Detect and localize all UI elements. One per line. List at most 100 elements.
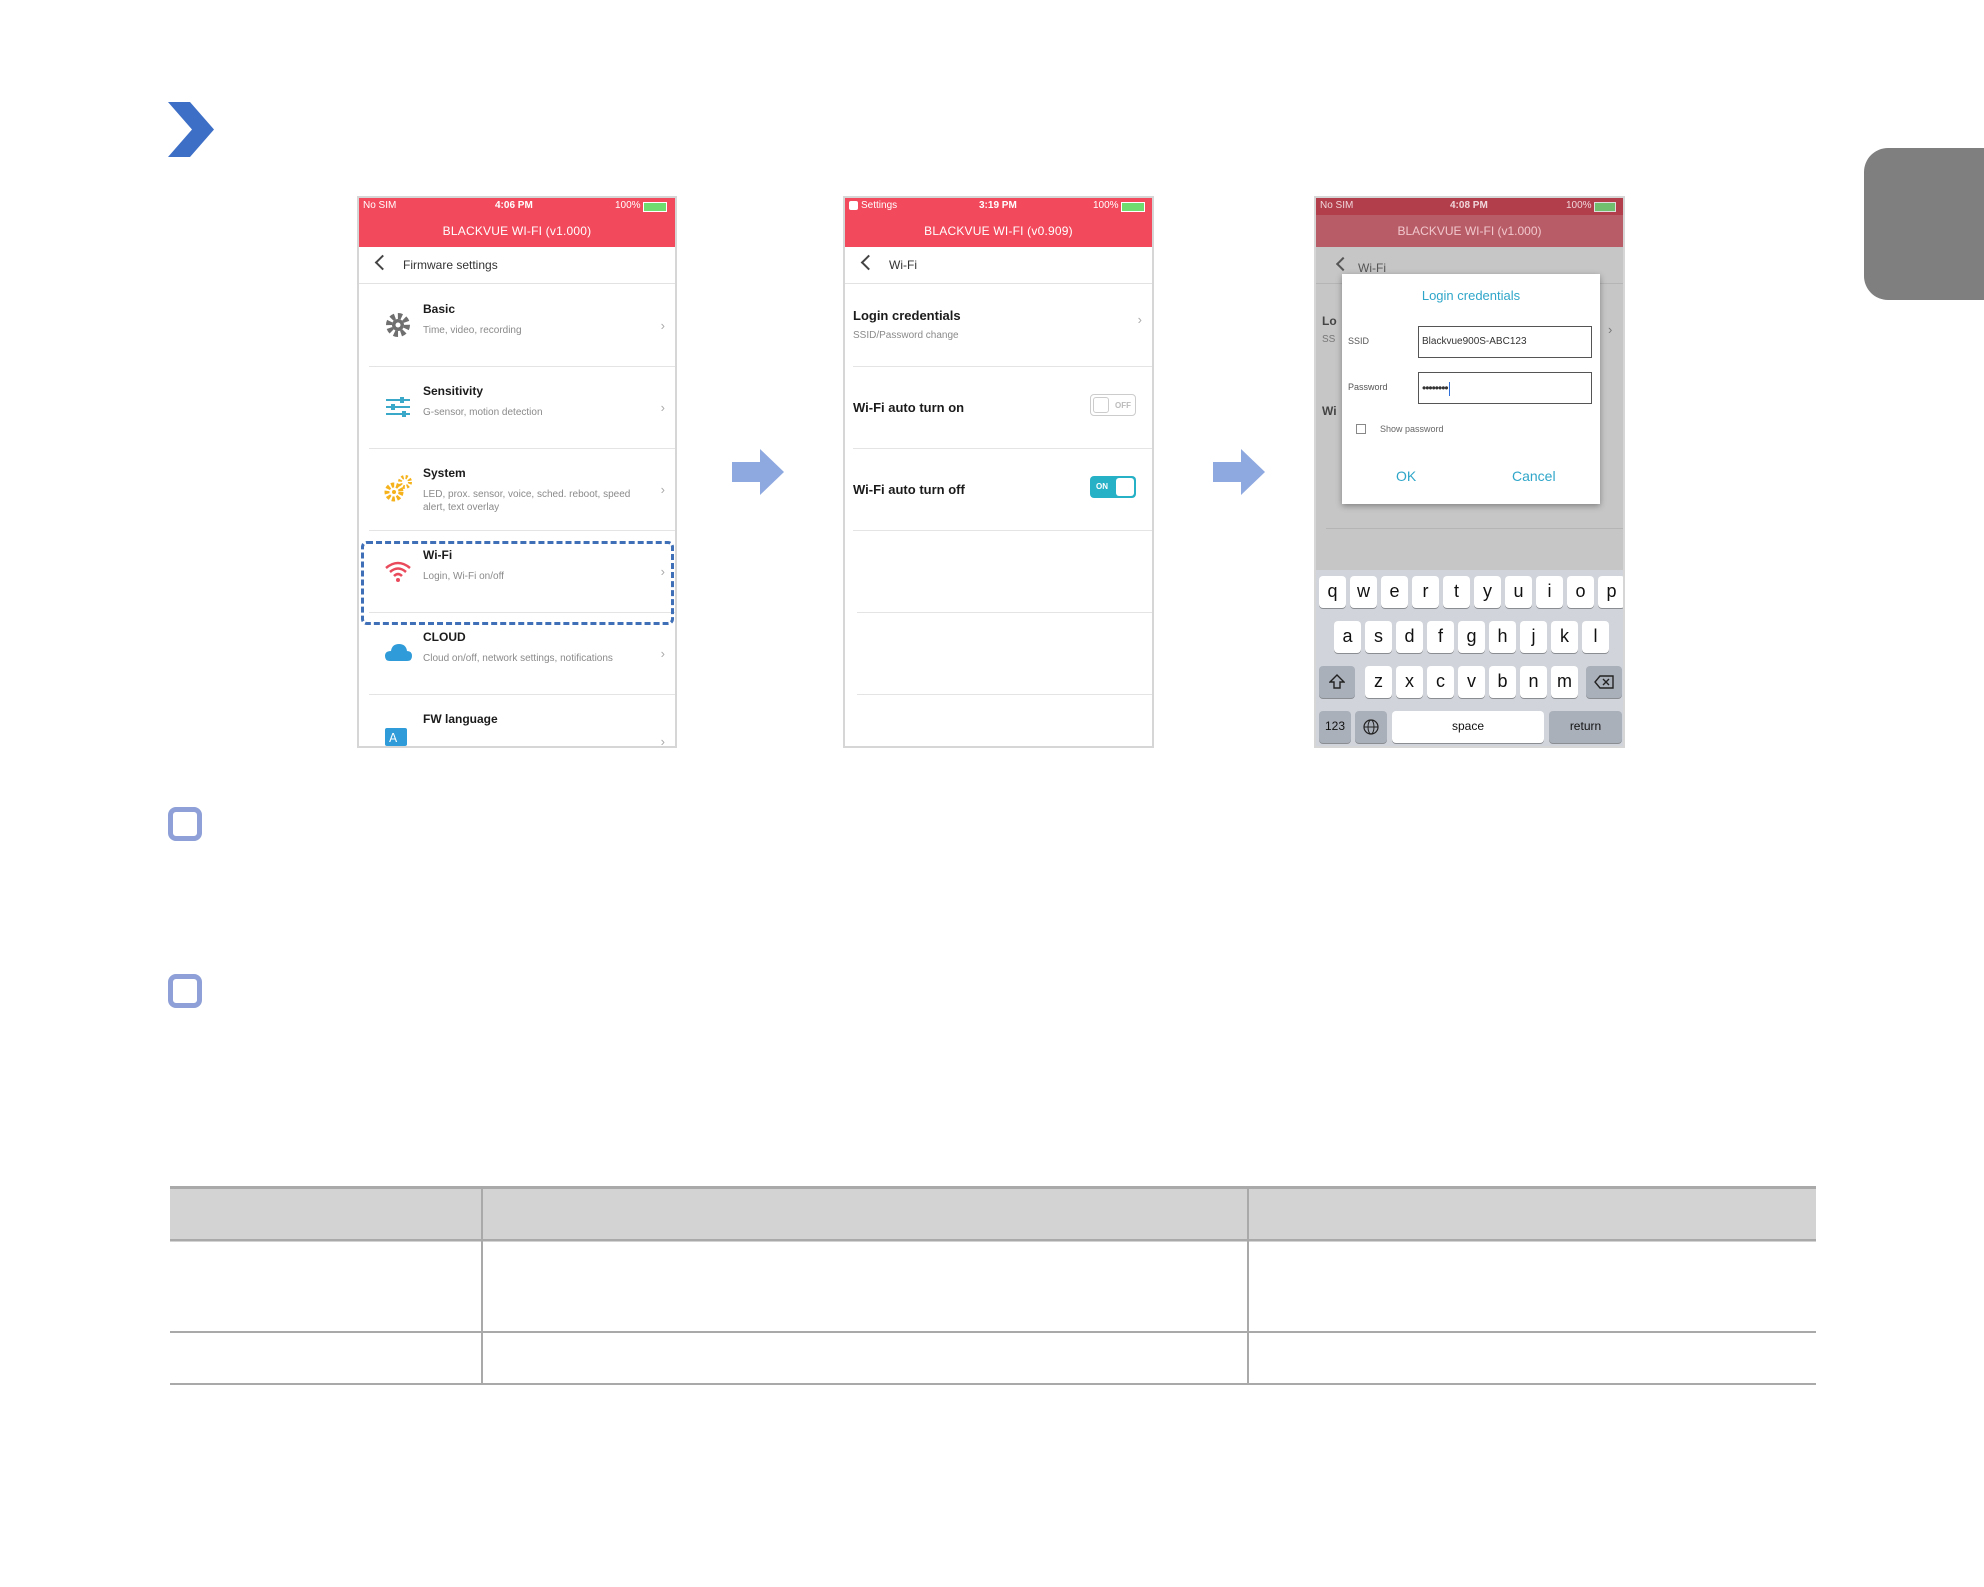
battery-label: 100% — [1093, 200, 1119, 211]
menu-item-fw-language[interactable]: A FW language › — [369, 694, 675, 746]
key-c[interactable]: c — [1427, 666, 1454, 698]
key-i[interactable]: i — [1536, 576, 1563, 608]
back-to-settings-icon[interactable] — [849, 201, 858, 210]
app-title: BLACKVUE WI-FI (v1.000) — [359, 215, 675, 247]
menu-item-sensitivity[interactable]: Sensitivity G-sensor, motion detection › — [369, 366, 675, 449]
key-y[interactable]: y — [1474, 576, 1501, 608]
toggle-knob — [1116, 478, 1134, 496]
login-credentials-row[interactable]: Login credentials SSID/Password change › — [853, 284, 1152, 367]
menu-item-system[interactable]: System LED, prox. sensor, voice, sched. … — [369, 448, 675, 531]
key-p[interactable]: p — [1598, 576, 1623, 608]
nav-title: Firmware settings — [403, 258, 498, 272]
carrier-label: No SIM — [1320, 200, 1354, 211]
wifi-auto-off-label: Wi-Fi auto turn off — [853, 482, 965, 497]
ok-button[interactable]: OK — [1396, 468, 1416, 484]
empty-row — [857, 530, 1152, 613]
step-checkbox-1 — [168, 807, 202, 841]
key-o[interactable]: o — [1567, 576, 1594, 608]
key-s[interactable]: s — [1365, 621, 1392, 653]
key-e[interactable]: e — [1381, 576, 1408, 608]
numbers-key[interactable]: 123 — [1319, 711, 1351, 743]
step-checkbox-2 — [168, 974, 202, 1008]
wifi-auto-on-label: Wi-Fi auto turn on — [853, 400, 965, 415]
key-n[interactable]: n — [1520, 666, 1547, 698]
chevron-right-icon: › — [1608, 322, 1613, 337]
key-f[interactable]: f — [1427, 621, 1454, 653]
flow-arrow-icon — [1213, 449, 1265, 495]
key-m[interactable]: m — [1551, 666, 1578, 698]
wifi-auto-on-toggle[interactable]: OFF — [1090, 394, 1136, 416]
password-input[interactable]: •••••••• — [1418, 372, 1592, 404]
ssid-input[interactable]: Blackvue900S-ABC123 — [1418, 326, 1592, 358]
key-t[interactable]: t — [1443, 576, 1470, 608]
key-a[interactable]: a — [1334, 621, 1361, 653]
nav-title: Wi-Fi — [1358, 261, 1386, 275]
table-row-divider — [170, 1239, 1816, 1241]
chevron-right-icon: › — [660, 318, 665, 333]
key-g[interactable]: g — [1458, 621, 1485, 653]
key-v[interactable]: v — [1458, 666, 1485, 698]
carrier-label: No SIM — [363, 200, 397, 211]
battery-label: 100% — [1566, 200, 1592, 211]
shift-key[interactable] — [1319, 666, 1355, 698]
key-k[interactable]: k — [1551, 621, 1578, 653]
nav-title: Wi-Fi — [889, 258, 917, 272]
table-column-divider — [481, 1186, 483, 1384]
key-r[interactable]: r — [1412, 576, 1439, 608]
battery-icon — [1594, 202, 1616, 212]
backspace-icon — [1594, 675, 1614, 689]
gears-icon — [384, 475, 412, 502]
phone-screen-wifi: Settings 3:19 PM 100% BLACKVUE WI-FI (v0… — [843, 196, 1154, 748]
back-chevron-icon[interactable] — [860, 254, 877, 271]
toggle-state: ON — [1096, 482, 1108, 491]
key-l[interactable]: l — [1582, 621, 1609, 653]
menu-item-subtitle: Time, video, recording — [423, 325, 522, 336]
table-column-divider — [1247, 1186, 1249, 1384]
space-key[interactable]: space — [1392, 711, 1544, 743]
app-title: BLACKVUE WI-FI (v0.909) — [845, 215, 1152, 247]
key-h[interactable]: h — [1489, 621, 1516, 653]
globe-key[interactable] — [1355, 711, 1387, 743]
wifi-auto-off-toggle[interactable]: ON — [1090, 476, 1136, 498]
back-chevron-icon[interactable] — [374, 254, 391, 271]
dialog-title: Login credentials — [1421, 288, 1521, 303]
bg-row-text: Lo — [1322, 314, 1337, 328]
language-icon: A — [385, 728, 407, 746]
status-bar: No SIM 4:08 PM 100% — [1316, 198, 1623, 215]
key-z[interactable]: z — [1365, 666, 1392, 698]
chevron-right-icon: › — [660, 646, 665, 661]
return-key[interactable]: return — [1549, 711, 1622, 743]
toggle-state: OFF — [1115, 401, 1131, 410]
sliders-icon — [386, 397, 410, 417]
key-u[interactable]: u — [1505, 576, 1532, 608]
back-chevron-icon — [1335, 256, 1351, 272]
svg-text:A: A — [389, 731, 398, 745]
menu-item-title: CLOUD — [423, 630, 466, 644]
toggle-knob — [1093, 397, 1109, 413]
delete-key[interactable] — [1586, 666, 1622, 698]
phone-screen-login-dialog: No SIM 4:08 PM 100% BLACKVUE WI-FI (v1.0… — [1314, 196, 1625, 748]
wifi-auto-off-row: Wi-Fi auto turn off ON — [853, 448, 1152, 531]
menu-item-subtitle: LED, prox. sensor, voice, sched. reboot,… — [423, 489, 631, 513]
menu-item-title: System — [423, 466, 466, 480]
key-q[interactable]: q — [1319, 576, 1346, 608]
key-b[interactable]: b — [1489, 666, 1516, 698]
shift-icon — [1328, 674, 1346, 689]
menu-item-subtitle: Cloud on/off, network settings, notifica… — [423, 653, 613, 664]
chevron-right-icon: › — [660, 400, 665, 415]
key-w[interactable]: w — [1350, 576, 1377, 608]
menu-item-basic[interactable]: Basic Time, video, recording › — [369, 284, 675, 367]
key-j[interactable]: j — [1520, 621, 1547, 653]
phone-screen-firmware-settings: No SIM 4:06 PM 100% BLACKVUE WI-FI (v1.0… — [357, 196, 677, 748]
battery-icon — [1121, 202, 1145, 212]
show-password-checkbox[interactable] — [1356, 424, 1366, 434]
status-time: 3:19 PM — [979, 200, 1017, 211]
empty-row — [857, 612, 1152, 695]
cancel-button[interactable]: Cancel — [1512, 468, 1556, 484]
key-d[interactable]: d — [1396, 621, 1423, 653]
key-x[interactable]: x — [1396, 666, 1423, 698]
carrier-label: Settings — [861, 200, 898, 211]
table-bottom-border — [170, 1383, 1816, 1385]
globe-icon — [1363, 719, 1379, 735]
chevron-right-icon — [168, 102, 214, 157]
